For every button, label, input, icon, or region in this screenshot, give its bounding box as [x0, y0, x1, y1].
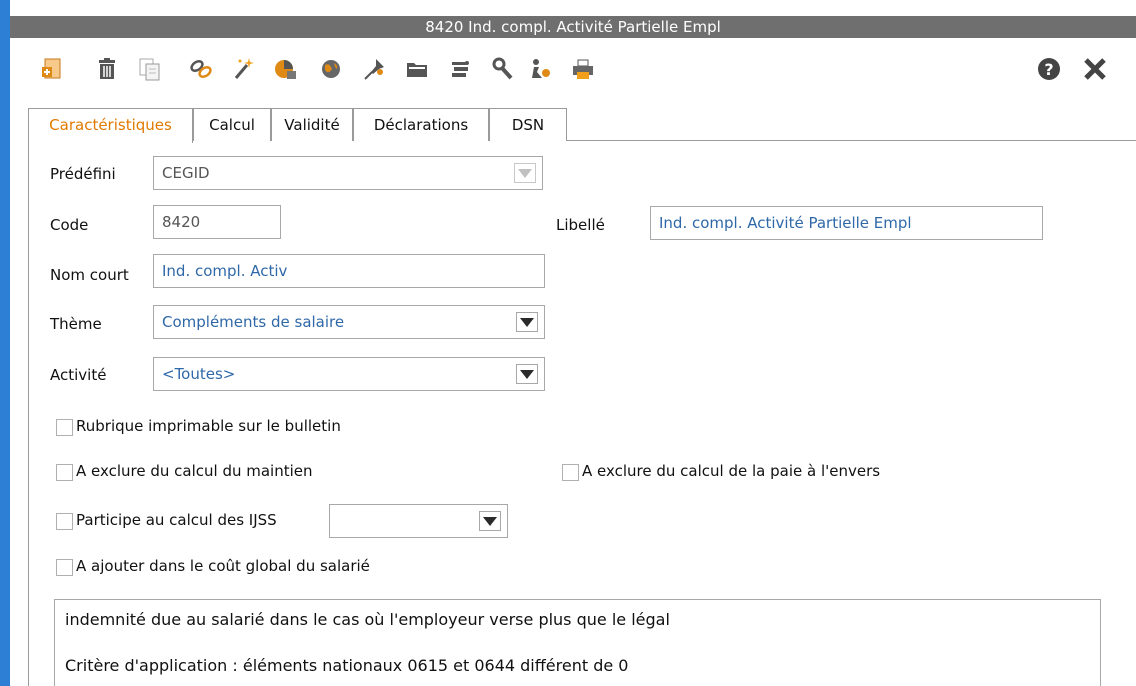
tab-calcul[interactable]: Calcul: [193, 108, 271, 141]
tab-caracteristiques[interactable]: Caractéristiques: [28, 108, 193, 143]
svg-text:?: ?: [1044, 60, 1053, 79]
new-document-icon[interactable]: [40, 56, 66, 82]
activite-value: <Toutes>: [162, 365, 236, 383]
pin-icon[interactable]: [362, 56, 388, 82]
chevron-down-icon[interactable]: [479, 511, 501, 531]
tab-declarations[interactable]: Déclarations: [353, 108, 489, 141]
chevron-down-icon[interactable]: [514, 163, 536, 183]
description-memo[interactable]: indemnité due au salarié dans le cas où …: [54, 599, 1101, 686]
globe-icon[interactable]: [318, 56, 344, 82]
window-top-strip: [10, 0, 1136, 16]
activite-select[interactable]: <Toutes>: [153, 357, 545, 391]
print-icon[interactable]: [570, 56, 596, 82]
theme-label: Thème: [50, 315, 102, 333]
tools-icon[interactable]: [446, 56, 472, 82]
nom-court-label: Nom court: [50, 266, 129, 284]
predefini-select[interactable]: CEGID: [153, 156, 543, 190]
imprimable-checkbox[interactable]: [56, 419, 73, 436]
cout-global-checkbox[interactable]: [56, 559, 73, 576]
cout-global-label[interactable]: A ajouter dans le coût global du salarié: [76, 557, 370, 575]
predefini-label: Prédéfini: [50, 165, 116, 183]
pie-chart-icon[interactable]: [272, 56, 298, 82]
code-label: Code: [50, 216, 89, 234]
help-icon[interactable]: ?: [1036, 56, 1062, 82]
code-field[interactable]: 8420: [153, 205, 281, 239]
ijss-select[interactable]: [329, 504, 508, 538]
window-left-border: [0, 0, 10, 686]
close-icon[interactable]: [1082, 56, 1108, 82]
exclure-paie-envers-checkbox[interactable]: [562, 464, 579, 481]
memo-line-1: indemnité due au salarié dans le cas où …: [65, 610, 670, 629]
imprimable-label[interactable]: Rubrique imprimable sur le bulletin: [76, 417, 341, 435]
ijss-checkbox[interactable]: [56, 513, 73, 530]
exclure-maintien-label[interactable]: A exclure du calcul du maintien: [76, 462, 313, 480]
predefini-value: CEGID: [162, 164, 210, 182]
folder-icon[interactable]: [404, 56, 430, 82]
tab-validite[interactable]: Validité: [271, 108, 353, 141]
memo-line-2: Critère d'application : éléments nationa…: [65, 656, 629, 675]
link-icon[interactable]: [188, 56, 214, 82]
tab-dsn[interactable]: DSN: [489, 108, 567, 141]
delete-icon[interactable]: [94, 56, 120, 82]
nom-court-field[interactable]: Ind. compl. Activ: [153, 254, 545, 288]
copy-icon[interactable]: [137, 56, 163, 82]
user-settings-icon[interactable]: [528, 56, 554, 82]
exclure-paie-envers-label[interactable]: A exclure du calcul de la paie à l'enver…: [582, 462, 880, 480]
magic-wand-icon[interactable]: [230, 56, 256, 82]
window-title[interactable]: 8420 Ind. compl. Activité Partielle Empl: [10, 16, 1136, 38]
libelle-field[interactable]: Ind. compl. Activité Partielle Empl: [650, 206, 1043, 240]
chevron-down-icon[interactable]: [516, 364, 538, 384]
theme-value: Compléments de salaire: [162, 313, 345, 331]
theme-select[interactable]: Compléments de salaire: [153, 305, 545, 339]
ijss-label[interactable]: Participe au calcul des IJSS: [76, 511, 277, 529]
exclure-maintien-checkbox[interactable]: [56, 464, 73, 481]
wrench-icon[interactable]: [490, 56, 516, 82]
chevron-down-icon[interactable]: [516, 312, 538, 332]
activite-label: Activité: [50, 366, 107, 384]
libelle-label: Libellé: [556, 216, 605, 234]
